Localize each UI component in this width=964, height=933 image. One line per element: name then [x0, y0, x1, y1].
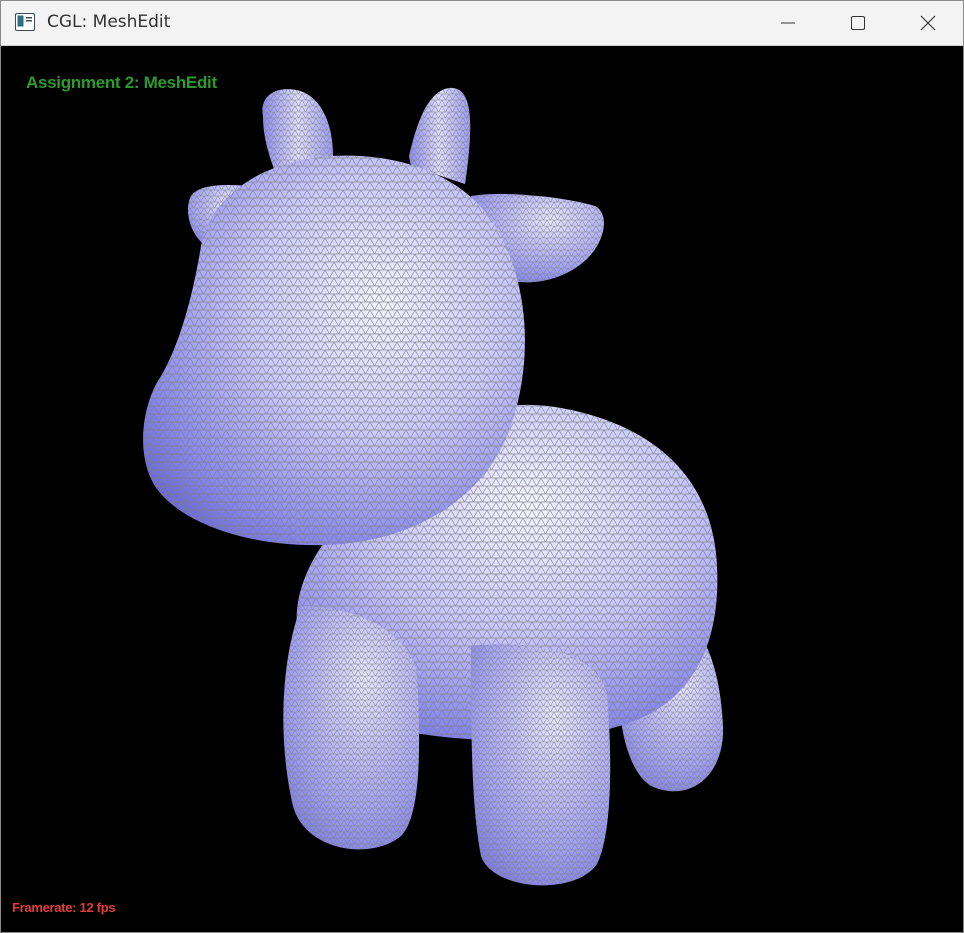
render-viewport[interactable]: Assignment 2: MeshEdit Framerate: 12 fps: [1, 46, 963, 932]
app-window-icon: [15, 13, 35, 31]
maximize-icon: [851, 16, 865, 30]
front-left-leg: [283, 606, 420, 850]
front-right-leg: [471, 644, 611, 886]
close-icon: [920, 15, 936, 31]
minimize-button[interactable]: [753, 1, 823, 45]
minimize-icon: [781, 22, 795, 24]
overlay-title: Assignment 2: MeshEdit: [26, 73, 217, 92]
app-window: CGL: MeshEdit Assignment 2: MeshEdit Fra…: [0, 0, 964, 933]
cow-mesh-render[interactable]: [1, 46, 963, 932]
close-button[interactable]: [893, 1, 963, 45]
maximize-button[interactable]: [823, 1, 893, 45]
title-bar[interactable]: CGL: MeshEdit: [1, 1, 963, 46]
framerate-readout: Framerate: 12 fps: [12, 900, 116, 915]
window-title: CGL: MeshEdit: [47, 12, 171, 32]
